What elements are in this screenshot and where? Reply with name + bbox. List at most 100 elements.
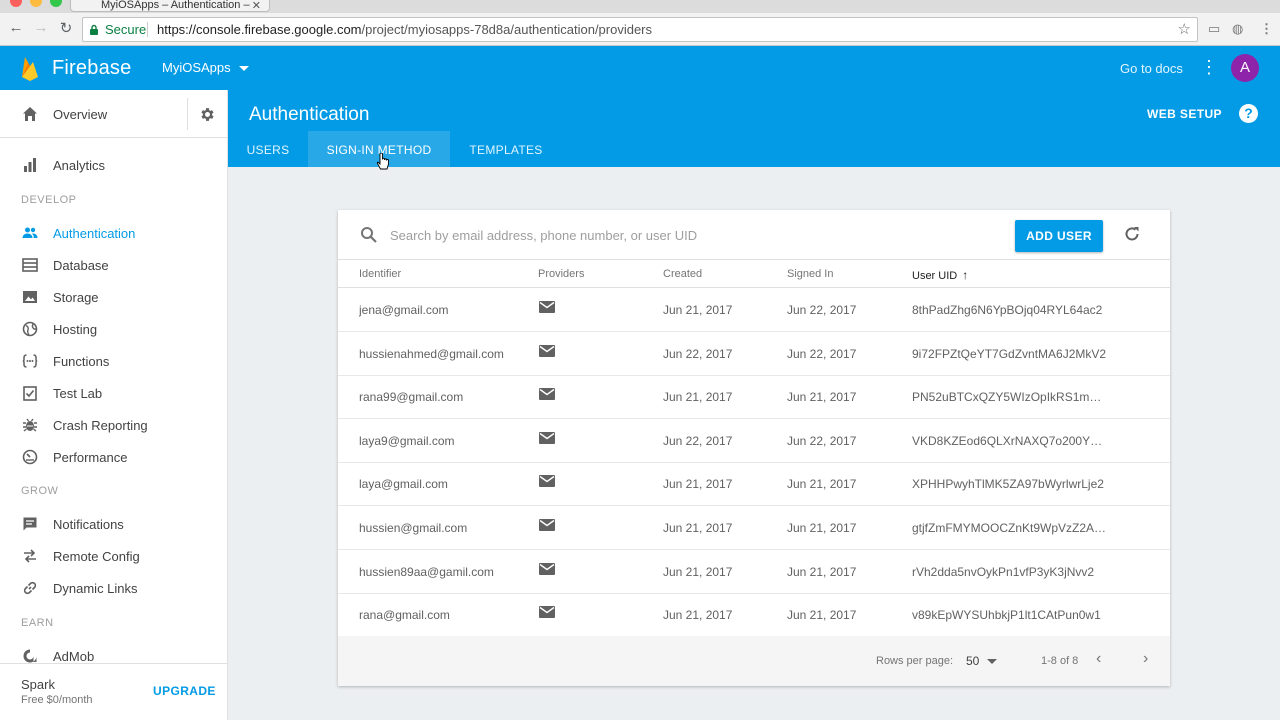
sidebar-item-performance[interactable]: Performance [0, 441, 227, 473]
cell-signed-in: Jun 21, 2017 [787, 477, 857, 492]
sidebar-item-notifications[interactable]: Notifications [0, 508, 227, 540]
sidebar-overview[interactable]: Overview [0, 90, 227, 138]
link-icon [23, 581, 37, 595]
table-row[interactable]: laya9@gmail.com Jun 22, 2017 Jun 22, 2017 V… [338, 419, 1170, 463]
table-row[interactable]: hussien89aa@gamil.com Jun 21, 2017 Jun 21,… [338, 550, 1170, 594]
sidebar-item-label: Test Lab [53, 386, 103, 401]
column-identifier[interactable]: Identifier [359, 268, 401, 280]
gear-icon[interactable] [199, 106, 216, 123]
cell-created: Jun 21, 2017 [663, 390, 733, 405]
people-icon [22, 227, 38, 238]
sidebar-item-label: Database [53, 258, 109, 273]
extension-icon[interactable]: ▭ [1208, 21, 1220, 37]
refresh-icon[interactable] [1123, 225, 1141, 243]
extension-globe-icon[interactable]: ◍ [1232, 21, 1243, 37]
close-window-button[interactable] [10, 0, 22, 7]
upgrade-button[interactable]: UPGRADE [153, 684, 216, 698]
column-providers[interactable]: Providers [538, 268, 584, 280]
back-icon[interactable]: ← [6, 19, 26, 36]
project-selector[interactable]: MyiOSApps [162, 60, 249, 75]
section-earn: EARN [21, 617, 54, 629]
column-user-uid-label: User UID [912, 270, 958, 282]
sidebar-item-overview[interactable]: Overview [0, 98, 227, 130]
section-grow: GROW [21, 485, 59, 497]
email-icon [539, 519, 555, 531]
sidebar-item-label: Authentication [53, 226, 136, 241]
users-card: ADD USER Identifier Providers Created Si… [338, 210, 1170, 686]
cell-user-uid: PN52uBTCxQZY5WIzOpIkRS1mpb… [912, 390, 1107, 405]
more-menu-icon[interactable]: ⋮ [1200, 58, 1218, 76]
tab-templates[interactable]: TEMPLATES [450, 131, 562, 167]
bug-icon [23, 418, 37, 432]
cell-signed-in: Jun 21, 2017 [787, 564, 857, 579]
section-develop: DEVELOP [21, 194, 77, 206]
sidebar-item-functions[interactable]: Functions [0, 345, 227, 377]
page-title: Authentication [249, 104, 370, 125]
chat-icon [23, 517, 37, 531]
sort-arrow-up-icon: ↑ [962, 268, 969, 282]
email-icon [539, 606, 555, 619]
cell-signed-in: Jun 22, 2017 [787, 433, 857, 448]
sidebar-item-storage[interactable]: Storage [0, 281, 227, 313]
cell-identifier: hussien89aa@gamil.com [359, 564, 494, 579]
url-path: /project/myiosapps-78d8a/authentication/… [361, 22, 653, 37]
cell-identifier: laya9@gmail.com [359, 433, 455, 448]
sidebar-item-dynamic-links[interactable]: Dynamic Links [0, 572, 227, 604]
cell-identifier: rana@gmail.com [359, 608, 450, 623]
address-bar[interactable]: Secure https://console.firebase.google.c… [82, 17, 1198, 42]
sidebar-item-label: Performance [53, 450, 128, 465]
cell-signed-in: Jun 22, 2017 [787, 346, 857, 361]
tab-users[interactable]: USERS [228, 131, 308, 167]
tab-title: MyiOSApps – Authentication – [101, 0, 250, 11]
table-row[interactable]: rana99@gmail.com Jun 21, 2017 Jun 21, 2017… [338, 375, 1170, 420]
sidebar-item-test-lab[interactable]: Test Lab [0, 377, 227, 409]
column-created[interactable]: Created [663, 268, 702, 280]
sidebar-item-analytics[interactable]: Analytics [0, 149, 227, 181]
sidebar-item-remote-config[interactable]: Remote Config [0, 540, 227, 572]
image-icon [23, 291, 37, 303]
maximize-window-button[interactable] [50, 0, 62, 7]
go-to-docs-link[interactable]: Go to docs [1120, 61, 1183, 76]
table-row[interactable]: hussien@gmail.com Jun 21, 2017 Jun 21, 201… [338, 506, 1170, 550]
browser-menu-icon[interactable]: ⋮ [1260, 21, 1273, 37]
email-icon [539, 301, 555, 313]
sidebar-item-crash-reporting[interactable]: Crash Reporting [0, 409, 227, 441]
add-user-button[interactable]: ADD USER [1015, 220, 1103, 252]
rows-per-page-select[interactable]: 50 [966, 654, 979, 668]
lock-icon [90, 24, 98, 35]
table-row[interactable]: jena@gmail.com Jun 21, 2017 Jun 22, 2017 8t… [338, 288, 1170, 332]
table-row[interactable]: laya@gmail.com Jun 21, 2017 Jun 21, 2017 XP… [338, 462, 1170, 507]
tab-close-icon[interactable]: ✕ [252, 0, 261, 11]
browser-toolbar: ← → ↻ Secure https://console.firebase.go… [0, 13, 1280, 46]
forward-icon[interactable]: → [31, 19, 51, 36]
plan-name: Spark [21, 677, 55, 692]
next-page-icon[interactable]: › [1143, 650, 1148, 668]
sidebar-item-database[interactable]: Database [0, 249, 227, 281]
search-row: ADD USER [338, 210, 1170, 260]
table-row[interactable]: hussienahmed@gmail.com Jun 22, 2017 Jun 22… [338, 332, 1170, 376]
cell-user-uid: 8thPadZhg6N6YpBOjq04RYL64ac2 [912, 303, 1103, 317]
sidebar-item-hosting[interactable]: Hosting [0, 313, 227, 345]
table-row[interactable]: rana@gmail.com Jun 21, 2017 Jun 21, 2017 v8… [338, 593, 1170, 638]
sidebar: Overview Analytics DEVELOP Authenticatio… [0, 90, 228, 720]
chevron-down-icon[interactable] [987, 659, 997, 664]
sidebar-item-label: Notifications [53, 517, 124, 532]
bookmark-star-icon[interactable]: ☆ [1178, 18, 1191, 41]
sidebar-item-label: Crash Reporting [53, 418, 148, 433]
sidebar-item-authentication[interactable]: Authentication [0, 217, 227, 249]
browser-tab[interactable]: MyiOSApps – Authentication – ✕ [70, 0, 270, 12]
secure-label: Secure [105, 22, 147, 37]
reload-icon[interactable]: ↻ [56, 19, 76, 37]
search-input[interactable] [390, 224, 990, 246]
prev-page-icon[interactable]: ‹ [1096, 650, 1101, 668]
column-user-uid[interactable]: User UID ↑ [912, 268, 968, 282]
sidebar-item-label: Analytics [53, 158, 106, 173]
sidebar-item-label: Overview [53, 107, 108, 122]
cell-signed-in: Jun 21, 2017 [787, 608, 857, 623]
help-icon[interactable]: ? [1239, 104, 1258, 123]
sidebar-item-label: Functions [53, 354, 110, 369]
avatar[interactable]: A [1231, 54, 1259, 82]
column-signed-in[interactable]: Signed In [787, 268, 833, 280]
web-setup-button[interactable]: WEB SETUP [1147, 107, 1222, 121]
minimize-window-button[interactable] [30, 0, 42, 7]
